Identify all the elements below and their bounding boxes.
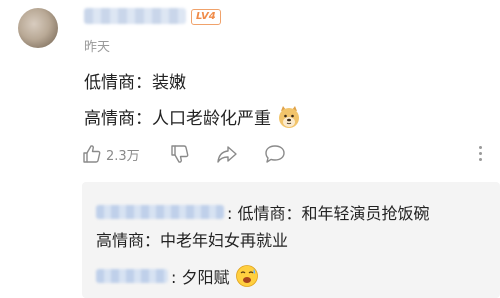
reply-2-text: : 夕阳赋	[171, 268, 230, 287]
reply-1-username-blurred[interactable]	[96, 205, 224, 219]
reply-1-text: : 低情商：和年轻演员抢饭碗	[227, 204, 430, 223]
username-blurred[interactable]	[84, 8, 186, 24]
comment-line-2: 高情商：人口老龄化严重	[84, 104, 301, 129]
comment-icon[interactable]	[264, 144, 286, 164]
share-icon[interactable]	[216, 144, 238, 164]
reply-2-username-blurred[interactable]	[96, 269, 168, 283]
comment-time: 昨天	[84, 40, 111, 55]
more-icon[interactable]	[479, 146, 482, 161]
reply-2: : 夕阳赋	[96, 264, 259, 288]
thumbs-up-icon[interactable]	[82, 144, 102, 164]
comment-line-1: 低情商：装嫩	[84, 68, 186, 93]
comment-line-2-text: 高情商：人口老龄化严重	[84, 109, 271, 129]
comment-actions: 2.3万	[82, 142, 492, 166]
thumbs-down-icon[interactable]	[170, 144, 190, 164]
user-avatar[interactable]	[18, 8, 58, 48]
like-count: 2.3万	[106, 148, 140, 164]
reply-1: : 低情商：和年轻演员抢饭碗	[96, 200, 429, 224]
reply-section: : 低情商：和年轻演员抢饭碗 高情商：中老年妇女再就业 : 夕阳赋	[82, 182, 500, 298]
sweat-emoji-icon	[235, 264, 259, 288]
level-badge: LV4	[191, 9, 221, 25]
doge-emoji-icon	[277, 105, 301, 129]
reply-1-continued: 高情商：中老年妇女再就业	[96, 227, 288, 251]
reply-1-continued-text: 高情商：中老年妇女再就业	[96, 231, 289, 250]
comment-line-1-text: 低情商：装嫩	[84, 73, 186, 93]
